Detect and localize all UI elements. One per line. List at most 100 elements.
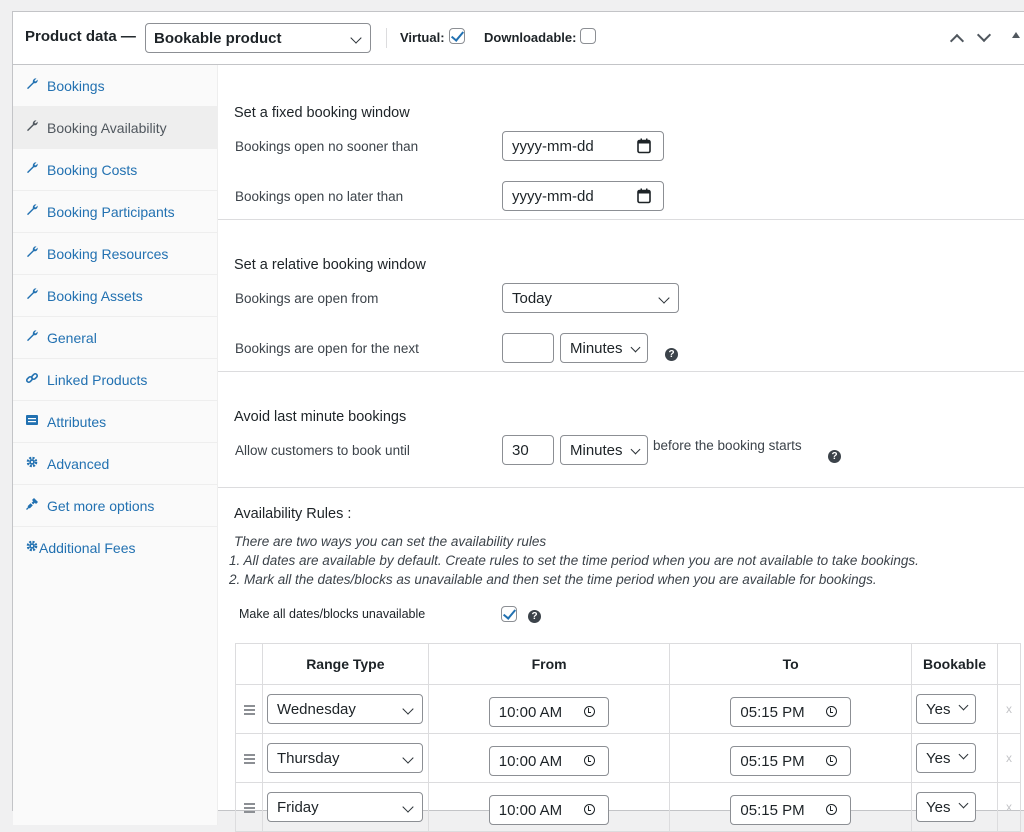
sidebar-item-advanced[interactable]: Advanced bbox=[13, 443, 217, 485]
sidebar-item-booking-assets[interactable]: Booking Assets bbox=[13, 275, 217, 317]
availability-note-line-1: There are two ways you can set the avail… bbox=[234, 534, 547, 549]
sidebar-item-label: Bookings bbox=[47, 78, 105, 94]
bookable-select[interactable]: Yes bbox=[916, 694, 977, 724]
help-icon[interactable]: ? bbox=[828, 450, 841, 463]
chevron-down-icon bbox=[958, 798, 969, 809]
virtual-checkbox[interactable] bbox=[449, 28, 465, 44]
to-time-input[interactable]: 05:15 PM bbox=[730, 697, 852, 727]
collapse-toggle-icon[interactable] bbox=[1012, 32, 1020, 38]
open-from-label: Bookings are open from bbox=[235, 291, 379, 306]
range-type-value: Thursday bbox=[276, 750, 340, 767]
sidebar-item-bookings[interactable]: Bookings bbox=[13, 65, 217, 107]
from-time-value: 10:00 AM bbox=[498, 802, 563, 819]
chevron-down-icon bbox=[402, 703, 414, 715]
allow-until-unit-select[interactable]: Minutes bbox=[560, 435, 648, 465]
open-no-sooner-date-input[interactable]: yyyy-mm-dd bbox=[502, 131, 664, 161]
availability-rules-title: Availability Rules : bbox=[234, 506, 352, 522]
header-divider bbox=[386, 28, 387, 48]
chevron-down-icon bbox=[630, 444, 641, 455]
list-icon bbox=[26, 415, 38, 425]
wrench-icon bbox=[27, 330, 38, 342]
to-time-value: 05:15 PM bbox=[740, 753, 805, 770]
range-type-select[interactable]: Thursday bbox=[266, 743, 423, 773]
virtual-label: Virtual: bbox=[400, 30, 445, 45]
bookable-value: Yes bbox=[926, 701, 951, 718]
sidebar-item-general[interactable]: General bbox=[13, 317, 217, 359]
clock-icon[interactable] bbox=[826, 706, 838, 717]
sidebar-item-label: Linked Products bbox=[47, 372, 148, 388]
sidebar-item-label: Advanced bbox=[47, 456, 110, 472]
to-time-input[interactable]: 05:15 PM bbox=[730, 795, 852, 825]
delete-header bbox=[996, 643, 1022, 685]
product-data-header: Product data — Bookable product Virtual:… bbox=[13, 12, 1024, 65]
wrench-icon bbox=[27, 288, 38, 300]
open-next-unit-select[interactable]: Minutes bbox=[560, 333, 648, 363]
chevron-down-icon bbox=[630, 342, 641, 353]
from-time-input[interactable]: 10:00 AM bbox=[488, 795, 609, 825]
sidebar-item-booking-availability[interactable]: Booking Availability bbox=[13, 107, 217, 149]
clock-icon[interactable] bbox=[583, 804, 595, 815]
bookable-header: Bookable bbox=[911, 643, 998, 685]
open-no-later-date-input[interactable]: yyyy-mm-dd bbox=[502, 181, 664, 211]
product-data-title: Product data — bbox=[25, 28, 136, 45]
availability-note-line-3: 2. Mark all the dates/blocks as unavaila… bbox=[229, 572, 877, 587]
allow-until-unit-value: Minutes bbox=[570, 442, 623, 459]
wrench-icon bbox=[27, 204, 38, 216]
bookable-select[interactable]: Yes bbox=[916, 743, 977, 773]
date-placeholder: yyyy-mm-dd bbox=[512, 138, 594, 155]
chevron-down-icon bbox=[350, 32, 362, 44]
downloadable-checkbox[interactable] bbox=[580, 28, 596, 44]
allow-until-value: 30 bbox=[512, 442, 529, 459]
sidebar-item-booking-costs[interactable]: Booking Costs bbox=[13, 149, 217, 191]
calendar-icon[interactable] bbox=[637, 138, 651, 154]
make-unavailable-checkbox[interactable] bbox=[501, 606, 517, 622]
allow-until-number-input[interactable]: 30 bbox=[502, 435, 554, 465]
range-type-value: Wednesday bbox=[276, 701, 356, 718]
clock-icon[interactable] bbox=[583, 755, 595, 766]
wrench-icon bbox=[27, 246, 38, 258]
wrench-icon bbox=[27, 162, 38, 174]
sidebar-item-get-more-options[interactable]: Get more options bbox=[13, 485, 217, 527]
range-type-select[interactable]: Wednesday bbox=[266, 694, 423, 724]
to-time-input[interactable]: 05:15 PM bbox=[730, 746, 852, 776]
from-time-input[interactable]: 10:00 AM bbox=[488, 746, 609, 776]
section-divider bbox=[218, 487, 1024, 488]
sidebar-item-attributes[interactable]: Attributes bbox=[13, 401, 217, 443]
sidebar-item-label: Booking Availability bbox=[47, 120, 167, 136]
product-type-select[interactable]: Bookable product bbox=[145, 23, 371, 53]
delete-row-icon[interactable]: x bbox=[1006, 702, 1012, 716]
move-up-icon[interactable] bbox=[949, 33, 965, 49]
open-from-select[interactable]: Today bbox=[502, 283, 679, 313]
move-down-icon[interactable] bbox=[976, 27, 992, 43]
drag-handle-icon[interactable] bbox=[244, 705, 255, 717]
open-next-number-input[interactable] bbox=[502, 333, 554, 363]
drag-handle-icon[interactable] bbox=[244, 803, 255, 815]
availability-note-line-2: 1. All dates are available by default. C… bbox=[229, 553, 919, 568]
sidebar-item-linked-products[interactable]: Linked Products bbox=[13, 359, 217, 401]
help-icon[interactable]: ? bbox=[528, 610, 541, 623]
plug-icon bbox=[26, 498, 38, 510]
delete-row-icon[interactable]: x bbox=[1006, 800, 1012, 814]
clock-icon[interactable] bbox=[826, 804, 838, 815]
from-time-input[interactable]: 10:00 AM bbox=[488, 697, 609, 727]
clock-icon[interactable] bbox=[583, 706, 595, 717]
chevron-down-icon bbox=[402, 752, 414, 764]
bookable-select[interactable]: Yes bbox=[916, 792, 977, 822]
fixed-window-title: Set a fixed booking window bbox=[234, 105, 410, 121]
range-type-select[interactable]: Friday bbox=[266, 792, 423, 822]
gear-icon bbox=[26, 456, 38, 468]
sidebar-item-booking-participants[interactable]: Booking Participants bbox=[13, 191, 217, 233]
sidebar-item-booking-resources[interactable]: Booking Resources bbox=[13, 233, 217, 275]
help-icon[interactable]: ? bbox=[665, 348, 678, 361]
open-from-value: Today bbox=[512, 290, 553, 307]
range-type-header: Range Type bbox=[261, 643, 429, 685]
sidebar-item-label: Booking Resources bbox=[47, 246, 169, 262]
sidebar-item-additional-fees[interactable]: Additional Fees bbox=[13, 527, 217, 569]
sidebar-item-label: Attributes bbox=[47, 414, 107, 430]
clock-icon[interactable] bbox=[826, 755, 838, 766]
calendar-icon[interactable] bbox=[637, 188, 651, 204]
last-minute-title: Avoid last minute bookings bbox=[234, 409, 407, 425]
drag-handle-icon[interactable] bbox=[244, 754, 255, 766]
delete-row-icon[interactable]: x bbox=[1006, 751, 1012, 765]
from-header: From bbox=[427, 643, 671, 685]
